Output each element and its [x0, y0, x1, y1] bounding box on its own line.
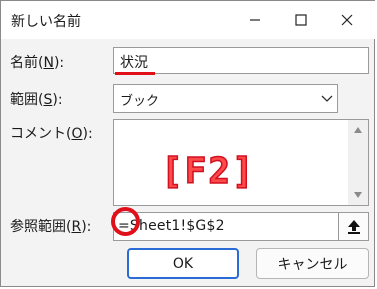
maximize-icon [295, 14, 307, 26]
scroll-up-icon[interactable] [353, 126, 363, 134]
cancel-button[interactable]: キャンセル [256, 248, 369, 279]
name-highlight-underline [115, 72, 155, 75]
title-bar: 新しい名前 [1, 1, 376, 39]
dialog-title: 新しい名前 [11, 14, 81, 30]
close-button[interactable] [324, 1, 370, 39]
comment-scrollbar[interactable] [348, 120, 368, 205]
cursor-highlight-circle [111, 207, 140, 236]
refers-to-label: 参照範囲(R): [10, 219, 92, 235]
scope-value: ブック [120, 94, 160, 109]
ok-button[interactable]: OK [127, 248, 239, 279]
scroll-down-icon[interactable] [353, 191, 363, 199]
minimize-button[interactable] [232, 1, 278, 39]
refers-to-input[interactable]: =Sheet1!$G$2 [113, 212, 339, 241]
scope-label: 範囲(S): [10, 92, 63, 108]
chevron-down-icon [321, 95, 332, 102]
comment-label: コメント(O): [10, 126, 93, 142]
name-label: 名前(N): [10, 55, 65, 71]
key-hint-overlay: [F2] [160, 150, 256, 193]
name-value: 状況 [120, 55, 148, 71]
collapse-dialog-button[interactable] [338, 212, 369, 241]
maximize-button[interactable] [278, 1, 324, 39]
new-name-dialog: 新しい名前 名前(N): 状況 範囲(S): ブック コメント(O): [F2] [0, 0, 376, 287]
close-icon [341, 14, 353, 26]
scope-select[interactable]: ブック [113, 84, 338, 113]
minimize-icon [250, 19, 260, 21]
scope-dropdown-arrow[interactable] [316, 85, 337, 112]
name-input[interactable]: 状況 [113, 47, 369, 74]
upload-arrow-icon [347, 219, 360, 234]
